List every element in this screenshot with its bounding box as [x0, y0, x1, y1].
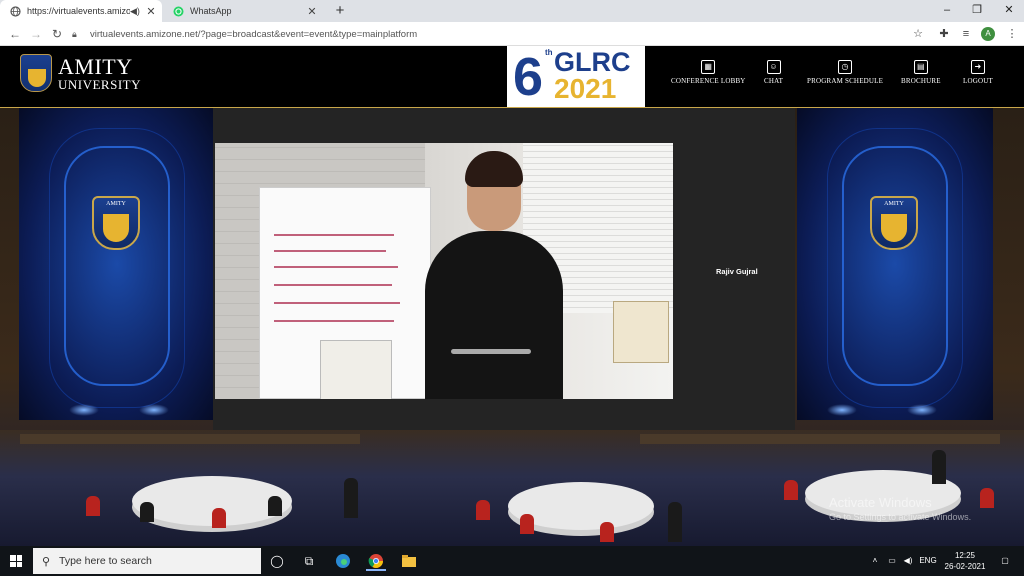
- address-bar[interactable]: 🔒︎ virtualevents.amizone.net/?page=broad…: [72, 25, 932, 43]
- edge-icon[interactable]: [333, 551, 353, 571]
- activate-windows-watermark: Activate Windows Go to Settings to activ…: [829, 495, 971, 522]
- tab-virtualevents[interactable]: https://virtualevents.amizone ◀) ✕: [0, 0, 162, 22]
- event-number-suffix: th: [545, 48, 553, 57]
- chevron-up-icon[interactable]: ˄: [868, 546, 882, 576]
- taskbar-clock[interactable]: 12:25 26-02-2021: [938, 550, 992, 572]
- site-header: AMITY UNIVERSITY 6 th GLRC 2021 ▦ CONFER…: [0, 46, 1024, 108]
- forward-arrow-icon[interactable]: →: [27, 25, 45, 43]
- chat-icon: ☺: [766, 60, 781, 74]
- network-icon[interactable]: ▭: [884, 546, 900, 576]
- amity-crest-icon: AMITY: [92, 196, 140, 250]
- search-icon: ⚲: [41, 555, 51, 568]
- browser-tab-strip: https://virtualevents.amizone ◀) ✕ Whats…: [0, 0, 1024, 22]
- file-explorer-icon[interactable]: [399, 551, 419, 571]
- reload-icon[interactable]: ↻: [48, 25, 66, 43]
- amity-crest-icon: [20, 54, 52, 92]
- close-tab-icon[interactable]: ✕: [305, 5, 319, 18]
- lobby-icon: ▦: [701, 60, 716, 74]
- windows-logo-icon: [10, 555, 22, 567]
- browser-toolbar: ← → ↻ 🔒︎ virtualevents.amizone.net/?page…: [0, 22, 1024, 46]
- nav-label: PROGRAM SCHEDULE: [807, 77, 884, 85]
- nav-brochure[interactable]: ▤ BROCHURE: [901, 60, 941, 85]
- schedule-icon: ◷: [838, 60, 853, 74]
- event-year: 2021: [554, 73, 617, 104]
- windows-taskbar: ⚲ Type here to search ◯ ⧉ ˄ ▭ ◀) ENG 12:…: [0, 546, 1024, 576]
- language-indicator[interactable]: ENG: [916, 546, 940, 576]
- speaker-icon[interactable]: ◀): [130, 6, 142, 17]
- nav-label: CONFERENCE LOBBY: [671, 77, 746, 85]
- broadcast-screen: Rajiv Gujral: [213, 108, 795, 434]
- bookmark-star-icon[interactable]: ☆: [909, 25, 927, 43]
- nav-program-schedule[interactable]: ◷ PROGRAM SCHEDULE: [807, 60, 883, 85]
- amity-crest-icon: AMITY: [870, 196, 918, 250]
- nav-conference-lobby[interactable]: ▦ CONFERENCE LOBBY: [671, 60, 746, 85]
- start-button[interactable]: [0, 546, 32, 576]
- new-tab-button[interactable]: +: [330, 1, 350, 21]
- notifications-icon[interactable]: ▢: [996, 546, 1014, 576]
- brochure-icon: ▤: [913, 60, 928, 74]
- url-text: virtualevents.amizone.net/?page=broadcas…: [90, 28, 418, 40]
- clock-time: 12:25: [954, 551, 976, 560]
- task-view-icon[interactable]: ⧉: [299, 551, 319, 571]
- nav-logout[interactable]: ➜ LOGOUT: [963, 60, 993, 85]
- clock-date: 26-02-2021: [944, 562, 986, 571]
- whatsapp-icon: [173, 6, 184, 17]
- nav-label: BROCHURE: [901, 77, 941, 85]
- lock-icon: 🔒︎: [72, 28, 77, 39]
- nav-label: LOGOUT: [963, 77, 993, 85]
- maximize-button[interactable]: ❐: [960, 0, 994, 22]
- globe-icon: [10, 5, 21, 17]
- logout-icon: ➜: [970, 60, 985, 74]
- left-stage-panel: AMITY: [19, 108, 215, 420]
- auditorium-stage: AMITY AMITY Rajiv Gujral Activate Window…: [0, 108, 1024, 546]
- tab-title: WhatsApp: [190, 6, 232, 16]
- logo-line1: AMITY: [58, 53, 133, 79]
- chrome-icon[interactable]: [366, 551, 386, 571]
- reading-list-icon[interactable]: ≡: [957, 25, 975, 43]
- speaker-person: [425, 231, 563, 399]
- menu-kebab-icon[interactable]: ⋮: [1003, 25, 1021, 43]
- auditorium-floor: [0, 430, 1024, 546]
- speaker-video[interactable]: [215, 143, 673, 399]
- event-number: 6: [513, 47, 544, 107]
- tab-title: https://virtualevents.amizone: [27, 6, 130, 16]
- close-tab-icon[interactable]: ✕: [144, 5, 158, 18]
- right-stage-panel: AMITY: [797, 108, 993, 420]
- extensions-icon[interactable]: ✚: [935, 25, 953, 43]
- close-window-button[interactable]: ✕: [992, 0, 1024, 22]
- nav-chat[interactable]: ☺ CHAT: [764, 60, 783, 85]
- nav-label: CHAT: [764, 77, 784, 85]
- logo-line2: UNIVERSITY: [58, 76, 141, 92]
- search-placeholder: Type here to search: [59, 555, 152, 567]
- profile-avatar[interactable]: A: [981, 27, 995, 41]
- volume-icon[interactable]: ◀): [900, 546, 916, 576]
- tab-whatsapp[interactable]: WhatsApp ✕: [165, 0, 323, 22]
- speaker-name-label: Rajiv Gujral: [716, 267, 758, 276]
- flipchart: [259, 187, 431, 399]
- cortana-icon[interactable]: ◯: [267, 551, 287, 571]
- event-badge: 6 th GLRC 2021: [507, 46, 645, 107]
- event-name: GLRC: [554, 47, 631, 77]
- minimize-button[interactable]: –: [930, 0, 964, 22]
- back-arrow-icon[interactable]: ←: [6, 25, 24, 43]
- watermark-title: Activate Windows: [829, 495, 932, 510]
- taskbar-search-box[interactable]: ⚲ Type here to search: [33, 548, 261, 574]
- watermark-subtitle: Go to Settings to activate Windows.: [829, 512, 972, 522]
- amity-logo[interactable]: AMITY UNIVERSITY: [20, 54, 141, 92]
